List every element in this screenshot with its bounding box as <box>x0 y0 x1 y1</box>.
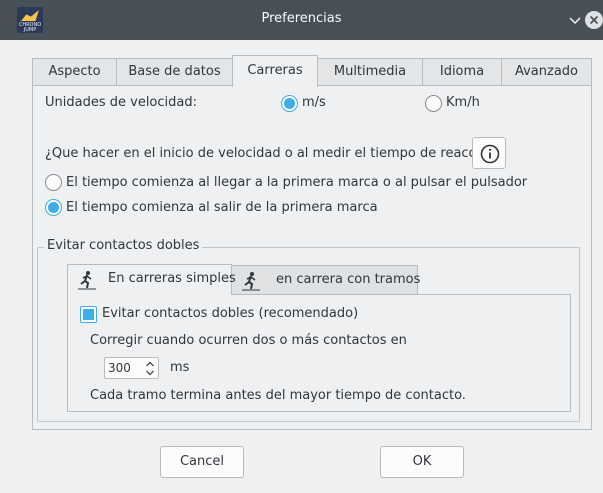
radio-reaction-first[interactable] <box>45 174 62 191</box>
ok-button[interactable]: OK <box>380 446 464 478</box>
contacts-ms-spinbox[interactable]: 300 <box>104 357 159 379</box>
subtab-interval-races[interactable]: en carrera con tramos <box>231 265 421 295</box>
runner-icon <box>242 272 260 291</box>
speed-units-label: Unidades de velocidad: <box>45 95 197 110</box>
radio-speed-kmh[interactable] <box>425 95 442 112</box>
preferences-window: CHRONO JUMP Preferencias Aspecto Base de… <box>0 0 603 493</box>
window-title: Preferencias <box>261 11 342 26</box>
subtab-simple-races-label: En carreras simples <box>108 271 236 286</box>
contacts-ms-value[interactable]: 300 <box>108 361 131 375</box>
subtab-interval-races-label: en carrera con tramos <box>276 272 421 287</box>
tab-avanzado[interactable]: Avanzado <box>501 58 592 86</box>
tab-multimedia[interactable]: Multimedia <box>317 58 423 86</box>
tab-base-de-datos[interactable]: Base de datos <box>116 58 233 86</box>
radio-speed-kmh-label[interactable]: Km/h <box>446 95 480 110</box>
tab-carreras[interactable]: Carreras <box>232 55 318 87</box>
subtab-simple-races[interactable]: En carreras simples <box>67 264 236 295</box>
radio-speed-ms[interactable] <box>281 95 298 112</box>
chevron-down-icon[interactable] <box>567 12 583 28</box>
runner-icon <box>78 271 96 290</box>
radio-speed-ms-label[interactable]: m/s <box>302 95 326 110</box>
avoid-double-contacts-label[interactable]: Evitar contactos dobles (recomendado) <box>102 306 358 321</box>
title-bar: CHRONO JUMP Preferencias <box>0 0 603 40</box>
double-contacts-group-title: Evitar contactos dobles <box>44 238 203 253</box>
interval-note: Cada tramo termina antes del mayor tiemp… <box>90 388 466 403</box>
radio-reaction-second[interactable] <box>45 199 62 216</box>
info-icon <box>480 144 500 164</box>
info-button[interactable] <box>472 137 506 169</box>
correct-contacts-label: Corregir cuando ocurren dos o más contac… <box>90 333 407 348</box>
close-icon <box>589 15 599 25</box>
radio-reaction-first-label[interactable]: El tiempo comienza al llegar a la primer… <box>66 175 527 190</box>
tab-idioma[interactable]: Idioma <box>422 58 502 86</box>
tab-aspecto[interactable]: Aspecto <box>32 58 117 86</box>
close-button[interactable] <box>585 11 603 29</box>
reaction-question: ¿Que hacer en el inicio de velocidad o a… <box>45 146 503 161</box>
chevron-up-icon[interactable] <box>145 360 155 368</box>
cancel-button[interactable]: Cancel <box>160 446 244 478</box>
ms-unit-label: ms <box>170 360 190 375</box>
chevron-down-icon[interactable] <box>145 369 155 377</box>
tab-bar: Aspecto Base de datos Carreras Multimedi… <box>32 55 592 87</box>
radio-reaction-second-label[interactable]: El tiempo comienza al salir de la primer… <box>66 200 378 215</box>
avoid-double-contacts-checkbox[interactable] <box>80 306 97 323</box>
